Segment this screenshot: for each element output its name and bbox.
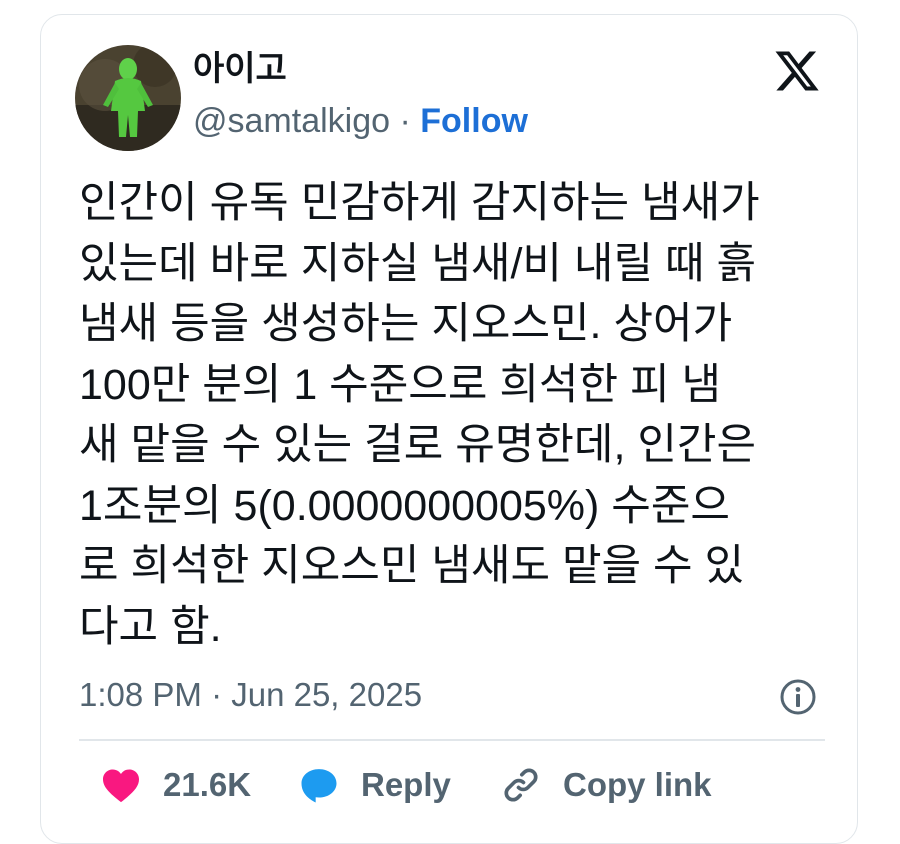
tweet-text: 인간이 유독 민감하게 감지하는 냄새가 있는데 바로 지하실 냄새/비 내릴 …	[79, 179, 760, 651]
copy-link-button[interactable]: Copy link	[501, 763, 712, 807]
reply-bubble-icon	[299, 765, 339, 805]
handle-row: @samtalkigo · Follow	[193, 99, 528, 143]
x-logo-icon[interactable]	[773, 47, 821, 95]
info-icon[interactable]	[779, 678, 817, 716]
link-icon	[501, 765, 541, 805]
reply-label: Reply	[361, 766, 451, 803]
like-count: 21.6K	[163, 766, 252, 803]
timestamp[interactable]: 1:08 PM · Jun 25, 2025	[79, 673, 422, 717]
handle[interactable]: @samtalkigo	[193, 102, 390, 140]
separator-dot: ·	[399, 102, 411, 140]
display-name[interactable]: 아이고	[193, 49, 287, 89]
avatar[interactable]	[75, 45, 181, 151]
divider	[79, 739, 825, 741]
heart-icon	[101, 767, 141, 803]
tweet-card: 아이고 @samtalkigo · Follow 인간이 유독 민감하게 감지하…	[40, 14, 858, 844]
reply-button[interactable]: Reply	[299, 763, 451, 807]
copy-link-label: Copy link	[563, 766, 712, 803]
follow-button[interactable]: Follow	[420, 102, 528, 140]
like-button[interactable]: 21.6K	[101, 763, 251, 807]
